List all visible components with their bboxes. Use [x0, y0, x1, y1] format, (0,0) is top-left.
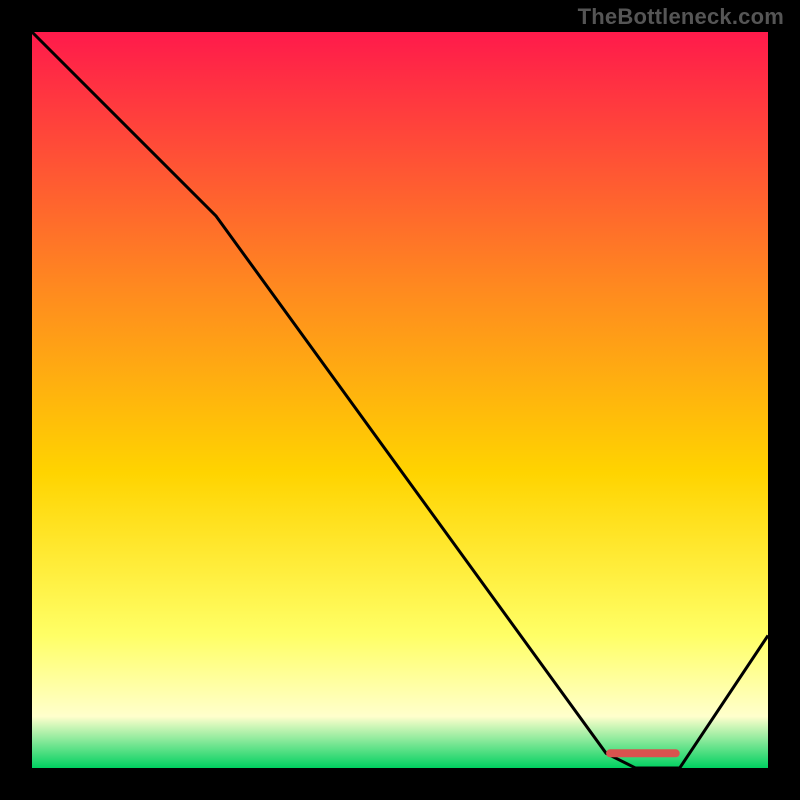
chart-container: TheBottleneck.com: [0, 0, 800, 800]
optimal-marker: [606, 749, 680, 757]
watermark: TheBottleneck.com: [578, 4, 784, 30]
bottleneck-chart: [0, 0, 800, 800]
